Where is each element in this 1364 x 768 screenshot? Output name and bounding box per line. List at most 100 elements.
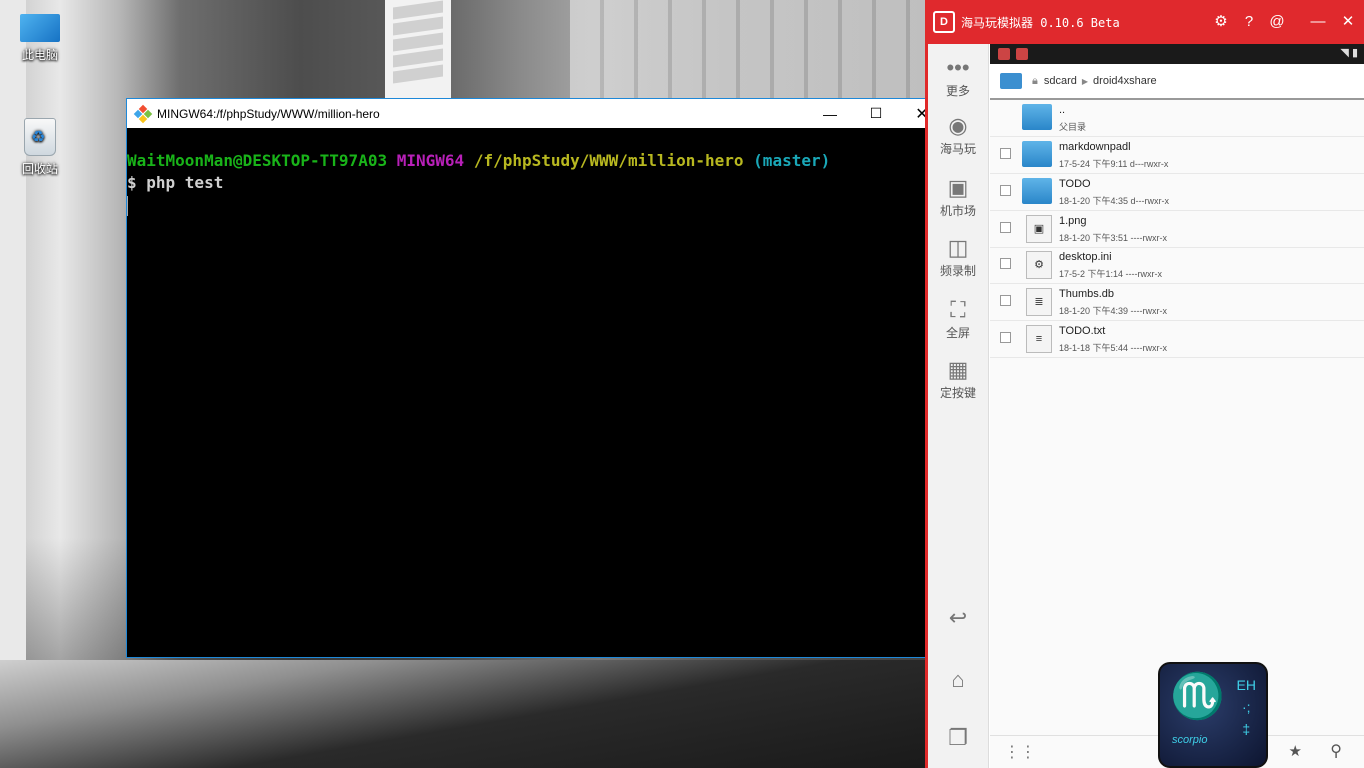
- row-checkbox[interactable]: [1000, 332, 1011, 343]
- prompt-branch: (master): [753, 151, 831, 170]
- sidebar-item-fullscreen[interactable]: ⛶ 全屏: [928, 296, 988, 341]
- sidebar-item-home[interactable]: ⌂: [928, 666, 988, 694]
- at-icon[interactable]: @: [1267, 12, 1287, 32]
- row-checkbox[interactable]: [1000, 295, 1011, 306]
- file-meta: 父目录: [1059, 122, 1087, 132]
- file-row-parent[interactable]: .. 父目录: [990, 100, 1364, 137]
- file-meta: 18-1-18 下午5:44 ----rwxr-x: [1059, 343, 1168, 353]
- gear-icon[interactable]: ⚙: [1211, 12, 1231, 32]
- menu-dots-icon[interactable]: ⋮⋮: [1004, 742, 1036, 762]
- folder-icon: [1022, 141, 1052, 167]
- terminal-titlebar[interactable]: MINGW64:/f/phpStudy/WWW/million-hero — ☐…: [127, 99, 945, 128]
- recycle-bin-icon: [24, 118, 56, 156]
- desktop-icon-recycle-bin[interactable]: 回收站: [10, 118, 70, 177]
- file-name: desktop.ini: [1059, 251, 1112, 263]
- breadcrumb-item[interactable]: sdcard: [1044, 75, 1077, 87]
- sidebar-item-label: 更多: [945, 84, 970, 98]
- folder-icon: [1022, 178, 1052, 204]
- input-line[interactable]: [127, 194, 929, 222]
- sidebar-item-back[interactable]: ↩: [928, 604, 988, 632]
- chevron-right-icon: ▶: [1081, 76, 1089, 86]
- minimize-icon[interactable]: —: [1308, 12, 1328, 32]
- android-screen[interactable]: ◥ ▮ 🔒︎ sdcard ▶ droid4xshare .. 父目录 mark…: [990, 44, 1364, 768]
- notification-icon: [998, 48, 1010, 60]
- bookmark-icon[interactable]: ★: [1289, 742, 1302, 760]
- notification-icon: [1016, 48, 1028, 60]
- row-checkbox[interactable]: [1000, 148, 1011, 159]
- maximize-button[interactable]: ☐: [853, 99, 899, 128]
- prompt-env: MINGW64: [396, 151, 465, 170]
- file-name: ..: [1059, 104, 1066, 116]
- fullscreen-icon: ⛶: [950, 297, 966, 322]
- more-icon: •••: [946, 55, 970, 80]
- search-icon[interactable]: ⚲: [1330, 741, 1342, 761]
- sidebar-item-label: 频录制: [939, 264, 976, 278]
- sidebar-item-keymap[interactable]: ▦ 定按键: [928, 356, 988, 401]
- terminal-window[interactable]: MINGW64:/f/phpStudy/WWW/million-hero — ☐…: [126, 98, 946, 658]
- back-icon: ↩: [948, 605, 968, 630]
- file-row[interactable]: markdownpadl 17-5-24 下午9:11 d---rwxr-x: [990, 137, 1364, 174]
- video-record-icon: ◫: [947, 235, 969, 260]
- terminal-title: MINGW64:/f/phpStudy/WWW/million-hero: [157, 106, 380, 121]
- row-checkbox[interactable]: [1000, 185, 1011, 196]
- database-file-icon: ≣: [1026, 288, 1052, 316]
- help-icon[interactable]: ?: [1239, 12, 1259, 32]
- file-name: TODO: [1059, 178, 1091, 190]
- sidebar-item-label: 全屏: [945, 326, 970, 340]
- home-icon: ⌂: [951, 667, 965, 692]
- file-row[interactable]: ≡ TODO.txt 18-1-18 下午5:44 ----rwxr-x: [990, 321, 1364, 358]
- scorpio-ime-badge[interactable]: ♏ scorpio EH ·; ‡: [1158, 662, 1268, 768]
- file-name: markdownpadl: [1059, 141, 1131, 153]
- emulator-logo-icon: D: [933, 11, 955, 33]
- lock-icon: 🔒︎: [1032, 74, 1038, 87]
- breadcrumb: 🔒︎ sdcard ▶ droid4xshare: [990, 64, 1364, 100]
- file-row[interactable]: ▣ 1.png 18-1-20 下午3:51 ----rwxr-x: [990, 211, 1364, 248]
- desktop-icon-label: 此电脑: [21, 48, 58, 62]
- prompt-user-host: WaitMoonMan@DESKTOP-TT97A03: [127, 151, 388, 170]
- file-row[interactable]: ⚙ desktop.ini 17-5-2 下午1:14 ----rwxr-x: [990, 247, 1364, 284]
- settings-file-icon: ⚙: [1026, 251, 1052, 279]
- row-checkbox[interactable]: [1000, 222, 1011, 233]
- git-bash-icon: [133, 104, 153, 123]
- emulator-titlebar[interactable]: D 海马玩模拟器 0.10.6 Beta ⚙ ? @ — ✕: [928, 0, 1364, 44]
- breadcrumb-item[interactable]: droid4xshare: [1093, 75, 1157, 87]
- sidebar-item-haima[interactable]: ◉ 海马玩: [928, 112, 988, 157]
- file-meta: 17-5-24 下午9:11 d---rwxr-x: [1059, 159, 1169, 169]
- minimize-button[interactable]: —: [807, 99, 853, 128]
- keymap-icon: ▦: [947, 357, 969, 382]
- sidebar-item-label: 定按键: [939, 386, 976, 400]
- scorpio-label: scorpio: [1172, 734, 1208, 746]
- file-row[interactable]: ≣ Thumbs.db 18-1-20 下午4:39 ----rwxr-x: [990, 284, 1364, 321]
- sidebar-item-recent-apps[interactable]: ❐: [928, 724, 988, 752]
- ime-width-text: ‡: [1242, 721, 1251, 737]
- sidebar-item-label: 机市场: [939, 204, 976, 218]
- file-name: TODO.txt: [1059, 325, 1106, 337]
- sidebar-item-video-record[interactable]: ◫ 频录制: [928, 234, 988, 279]
- sidebar-item-market[interactable]: ▣ 机市场: [928, 174, 988, 219]
- close-icon[interactable]: ✕: [1338, 12, 1358, 32]
- file-name: Thumbs.db: [1059, 288, 1115, 300]
- terminal-output[interactable]: WaitMoonMan@DESKTOP-TT97A03 MINGW64 /f/p…: [127, 128, 929, 657]
- sidebar-item-label: 海马玩: [939, 142, 976, 156]
- android-statusbar: ◥ ▮: [990, 44, 1364, 64]
- ime-mode-indicator: EH ·; ‡: [1237, 674, 1256, 740]
- haima-icon: ◉: [948, 113, 968, 138]
- prompt-line: WaitMoonMan@DESKTOP-TT97A03 MINGW64 /f/p…: [127, 150, 929, 172]
- emulator-window[interactable]: D 海马玩模拟器 0.10.6 Beta ⚙ ? @ — ✕ ••• 更多 ◉ 海马…: [925, 0, 1364, 768]
- file-meta: 18-1-20 下午4:35 d---rwxr-x: [1059, 196, 1170, 206]
- desktop-icon-this-pc[interactable]: 此电脑: [10, 10, 70, 63]
- file-name: 1.png: [1059, 215, 1087, 227]
- file-meta: 17-5-2 下午1:14 ----rwxr-x: [1059, 269, 1163, 279]
- scorpio-glyph: ♏: [1170, 671, 1225, 722]
- prompt-path: /f/phpStudy/WWW/million-hero: [473, 151, 744, 170]
- market-icon: ▣: [947, 175, 969, 200]
- folder-icon: [1022, 104, 1052, 130]
- wallpaper-floor: [0, 660, 925, 768]
- row-checkbox[interactable]: [1000, 258, 1011, 269]
- wallpaper-window-frame: [0, 0, 26, 768]
- file-row[interactable]: TODO 18-1-20 下午4:35 d---rwxr-x: [990, 174, 1364, 211]
- storage-home-icon[interactable]: [1000, 73, 1022, 89]
- sidebar-item-more[interactable]: ••• 更多: [928, 54, 988, 99]
- minimize-icon: —: [823, 105, 837, 122]
- command-line: $ php test: [127, 173, 224, 192]
